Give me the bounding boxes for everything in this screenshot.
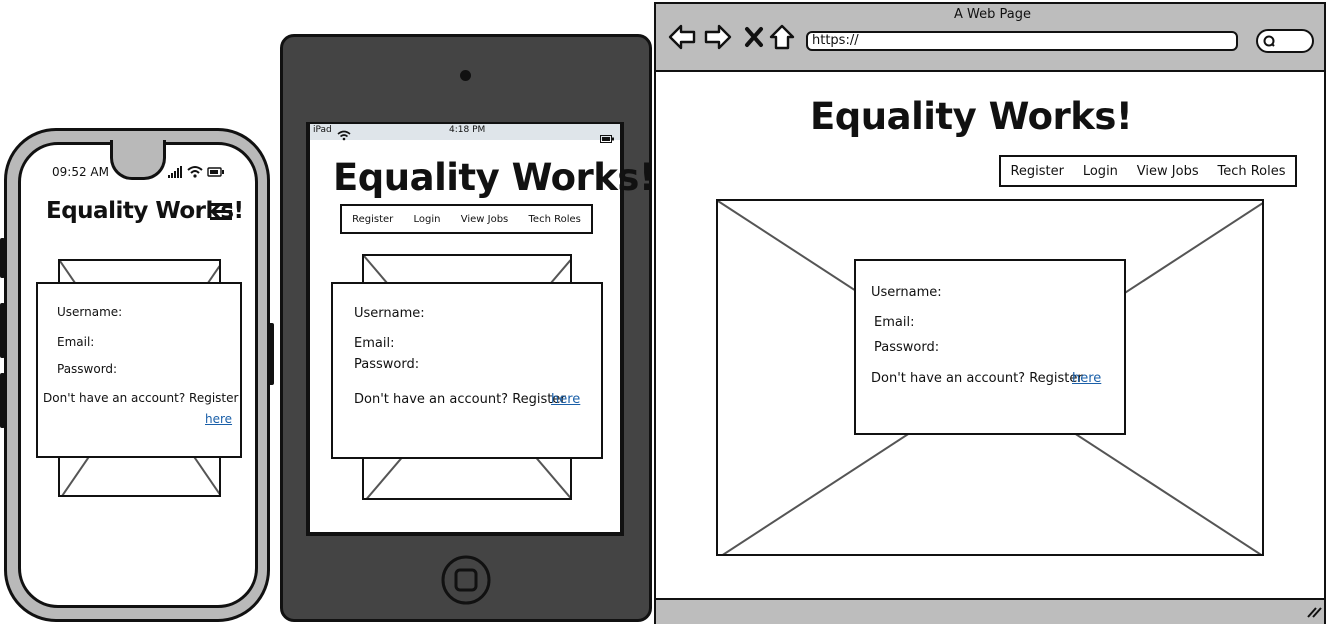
email-label: Email: (874, 315, 915, 330)
login-card: Username: Email: Password: Don't have an… (36, 282, 242, 458)
phone-volume-button (0, 373, 5, 428)
register-prompt: Don't have an account? Register (871, 371, 1083, 386)
login-card: Username: Email: Password: Don't have an… (331, 282, 603, 459)
hamburger-menu-icon[interactable] (210, 202, 232, 220)
back-arrow-icon[interactable] (668, 24, 696, 50)
phone-volume-button (0, 303, 5, 358)
username-label: Username: (354, 306, 425, 321)
login-card: Username: Email: Password: Don't have an… (854, 259, 1126, 435)
browser-site-title: Equality Works! (810, 95, 1133, 138)
search-icon (1263, 35, 1275, 47)
forward-arrow-icon[interactable] (704, 24, 732, 50)
username-label: Username: (871, 285, 942, 300)
register-prompt: Don't have an account? Register (354, 392, 566, 407)
tablet-site-title: Equality Works! (333, 156, 656, 199)
email-label: Email: (354, 336, 395, 351)
browser-window-title: A Web Page (954, 7, 1031, 22)
browser-nav: Register Login View Jobs Tech Roles (999, 155, 1297, 187)
tablet-camera (460, 70, 471, 81)
email-label: Email: (57, 335, 95, 349)
home-icon[interactable] (768, 24, 796, 50)
nav-login[interactable]: Login (1083, 164, 1118, 179)
tablet-device-label: iPad (313, 125, 332, 135)
url-bar[interactable]: https:// (806, 31, 1238, 51)
signal-wifi-battery-icon (168, 166, 224, 178)
phone-status-icons (168, 164, 224, 178)
nav-view-jobs[interactable]: View Jobs (1137, 164, 1199, 179)
nav-tech-roles[interactable]: Tech Roles (1217, 164, 1285, 179)
close-icon[interactable] (744, 26, 764, 48)
resize-handle-icon[interactable] (1306, 604, 1322, 618)
nav-register[interactable]: Register (1010, 164, 1064, 179)
tablet-status-time: 4:18 PM (449, 125, 486, 135)
register-prompt: Don't have an account? Register (43, 391, 239, 405)
phone-volume-button (0, 238, 5, 278)
phone-power-button (268, 323, 274, 385)
nav-view-jobs[interactable]: View Jobs (461, 214, 509, 225)
browser-status-bar (656, 598, 1324, 624)
battery-icon (600, 128, 614, 143)
nav-tech-roles[interactable]: Tech Roles (529, 214, 581, 225)
nav-login[interactable]: Login (414, 214, 441, 225)
password-label: Password: (57, 362, 118, 376)
wifi-icon (337, 126, 351, 141)
tablet-home-button[interactable] (440, 554, 492, 606)
home-button-icon (441, 555, 491, 605)
nav-register[interactable]: Register (352, 214, 393, 225)
phone-notch (110, 140, 166, 180)
phone-mockup: 09:52 AM Equality Works! Username: Email… (0, 128, 274, 622)
tablet-nav: Register Login View Jobs Tech Roles (340, 204, 593, 234)
username-label: Username: (57, 305, 123, 319)
phone-status-time: 09:52 AM (52, 165, 109, 179)
password-label: Password: (354, 357, 420, 372)
password-label: Password: (874, 340, 940, 355)
browser-search-field[interactable] (1256, 29, 1314, 53)
register-link[interactable]: here (205, 412, 232, 426)
register-link[interactable]: here (1072, 371, 1101, 386)
register-link[interactable]: here (551, 392, 580, 407)
